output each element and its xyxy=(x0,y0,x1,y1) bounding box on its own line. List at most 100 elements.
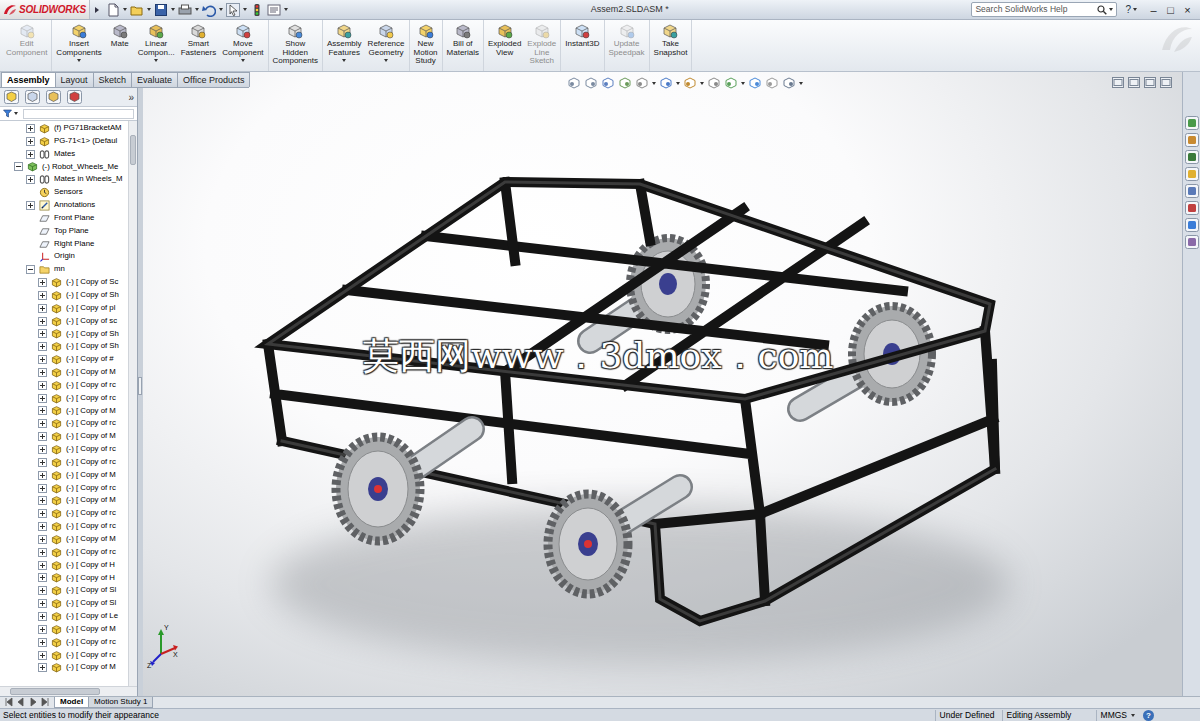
view-tool-icon[interactable] xyxy=(659,76,673,90)
command-button[interactable]: TakeSnapshot xyxy=(651,20,691,71)
previous-tab-icon[interactable] xyxy=(16,697,26,707)
help-button[interactable]: ? xyxy=(1125,2,1131,17)
tree-item[interactable]: (-) [ Copy of # xyxy=(0,353,128,366)
last-tab-icon[interactable] xyxy=(40,697,50,707)
expand-toggle[interactable] xyxy=(38,381,47,390)
dropdown-caret-icon[interactable] xyxy=(342,59,346,62)
expand-toggle[interactable] xyxy=(38,458,47,467)
task-pane-tab-icon[interactable] xyxy=(1185,235,1199,249)
expand-toggle[interactable] xyxy=(38,586,47,595)
dropdown-caret-icon[interactable] xyxy=(676,82,680,85)
tree-item[interactable]: (-) [ Copy of M xyxy=(0,469,128,482)
task-pane-tab-icon[interactable] xyxy=(1185,218,1199,232)
command-button[interactable]: AssemblyFeatures xyxy=(324,20,365,71)
dropdown-caret-icon[interactable] xyxy=(700,82,704,85)
expand-toggle[interactable] xyxy=(38,651,47,660)
dropdown-caret-icon[interactable] xyxy=(123,8,127,11)
command-button[interactable]: Instant3D xyxy=(562,20,602,71)
dropdown-caret-icon[interactable] xyxy=(243,8,247,11)
expand-toggle[interactable] xyxy=(38,304,47,313)
appearance-manager-icon[interactable] xyxy=(67,90,82,104)
dropdown-caret-icon[interactable] xyxy=(195,8,199,11)
expand-menu-icon[interactable] xyxy=(94,6,100,14)
tree-item[interactable]: (-) [ Copy of M xyxy=(0,405,128,418)
minimize-button[interactable]: – xyxy=(1145,3,1162,17)
app-logo[interactable]: SOLIDWORKS xyxy=(0,0,90,19)
expand-toggle[interactable] xyxy=(38,522,47,531)
robot-chassis-model[interactable] xyxy=(143,72,1182,694)
view-tool-icon[interactable] xyxy=(724,76,738,90)
expand-toggle[interactable] xyxy=(38,484,47,493)
undo-icon[interactable] xyxy=(202,3,216,17)
expand-toggle[interactable] xyxy=(38,548,47,557)
task-pane-tab-icon[interactable] xyxy=(1185,201,1199,215)
command-button[interactable]: LinearCompon... xyxy=(135,20,178,71)
expand-toggle[interactable] xyxy=(26,150,35,159)
dropdown-caret-icon[interactable] xyxy=(1131,714,1135,717)
command-button[interactable]: ShowHiddenComponents xyxy=(270,20,321,71)
help-menu[interactable]: ? xyxy=(1125,2,1137,17)
dropdown-caret-icon[interactable] xyxy=(384,59,388,62)
task-pane-tab-icon[interactable] xyxy=(1185,133,1199,147)
tree-item[interactable]: (-) [ Copy of Sh xyxy=(0,289,128,302)
viewport-close-icon[interactable] xyxy=(1160,77,1172,88)
tree-item[interactable]: (-) [ Copy of H xyxy=(0,559,128,572)
expand-toggle[interactable] xyxy=(38,496,47,505)
expand-toggle[interactable] xyxy=(38,291,47,300)
command-button[interactable]: ExplodedView xyxy=(485,20,524,71)
command-button[interactable]: MoveComponent xyxy=(219,20,266,71)
tree-item[interactable]: (-) [ Copy of rc xyxy=(0,507,128,520)
dropdown-caret-icon[interactable] xyxy=(219,8,223,11)
command-tab[interactable]: Office Products xyxy=(177,72,250,87)
tree-item[interactable]: (-) [ Copy of M xyxy=(0,623,128,636)
new-document-icon[interactable] xyxy=(106,3,120,17)
scroll-thumb[interactable] xyxy=(10,688,100,695)
tree-item[interactable]: (-) [ Copy of rc xyxy=(0,649,128,662)
tree-item[interactable]: (-) [ Copy of M xyxy=(0,533,128,546)
tree-item[interactable]: (-) [ Copy of Sh xyxy=(0,328,128,341)
view-tool-icon[interactable] xyxy=(618,76,632,90)
close-button[interactable]: × xyxy=(1179,3,1196,17)
tree-item[interactable]: Right Plane xyxy=(0,238,128,251)
view-tool-icon[interactable] xyxy=(601,76,615,90)
expand-toggle[interactable] xyxy=(38,329,47,338)
tree-item[interactable]: (-) [ Copy of pl xyxy=(0,302,128,315)
search-input[interactable] xyxy=(975,3,1095,16)
maximize-button[interactable]: □ xyxy=(1162,3,1179,17)
dropdown-caret-icon[interactable] xyxy=(1133,8,1137,11)
tree-item[interactable]: Origin xyxy=(0,250,128,263)
dropdown-caret-icon[interactable] xyxy=(284,8,288,11)
tree-item[interactable]: (-) [ Copy of rc xyxy=(0,443,128,456)
view-tool-icon[interactable] xyxy=(707,76,721,90)
expand-toggle[interactable] xyxy=(26,137,35,146)
command-tab[interactable]: Evaluate xyxy=(131,72,178,87)
expand-toggle[interactable] xyxy=(38,278,47,287)
magnifier-icon[interactable] xyxy=(1097,5,1107,15)
expand-toggle[interactable] xyxy=(38,445,47,454)
status-field[interactable]: MMGS xyxy=(1096,710,1131,721)
tree-item[interactable]: (-) [ Copy of Le xyxy=(0,610,128,623)
tree-item[interactable]: (-) [ Copy of rc xyxy=(0,417,128,430)
command-tab[interactable]: Sketch xyxy=(93,72,133,87)
command-tab[interactable]: Assembly xyxy=(1,72,56,87)
horizontal-scrollbar[interactable] xyxy=(0,686,137,696)
tree-item[interactable]: (-) [ Copy of rc xyxy=(0,392,128,405)
view-tool-icon[interactable] xyxy=(635,76,649,90)
tree-item[interactable]: Mates in Wheels_M xyxy=(0,173,128,186)
tree-filter-field[interactable] xyxy=(23,109,134,119)
print-icon[interactable] xyxy=(178,3,192,17)
expand-toggle[interactable] xyxy=(26,265,35,274)
tree-item[interactable]: Mates xyxy=(0,148,128,161)
view-tool-icon[interactable] xyxy=(782,76,796,90)
tree-item[interactable]: (-) [ Copy of M xyxy=(0,494,128,507)
tree-item[interactable]: (f) PG71BracketAM xyxy=(0,122,128,135)
tree-item[interactable]: (-) [ Copy of rc xyxy=(0,379,128,392)
task-pane-tab-icon[interactable] xyxy=(1185,167,1199,181)
scroll-thumb[interactable] xyxy=(130,135,136,165)
feature-manager-icon[interactable] xyxy=(4,90,19,104)
model-tab[interactable]: Model xyxy=(54,697,89,708)
expand-toggle[interactable] xyxy=(38,625,47,634)
view-tool-icon[interactable] xyxy=(567,76,581,90)
dropdown-caret-icon[interactable] xyxy=(1109,8,1113,11)
command-button[interactable]: InsertComponents xyxy=(53,20,104,71)
